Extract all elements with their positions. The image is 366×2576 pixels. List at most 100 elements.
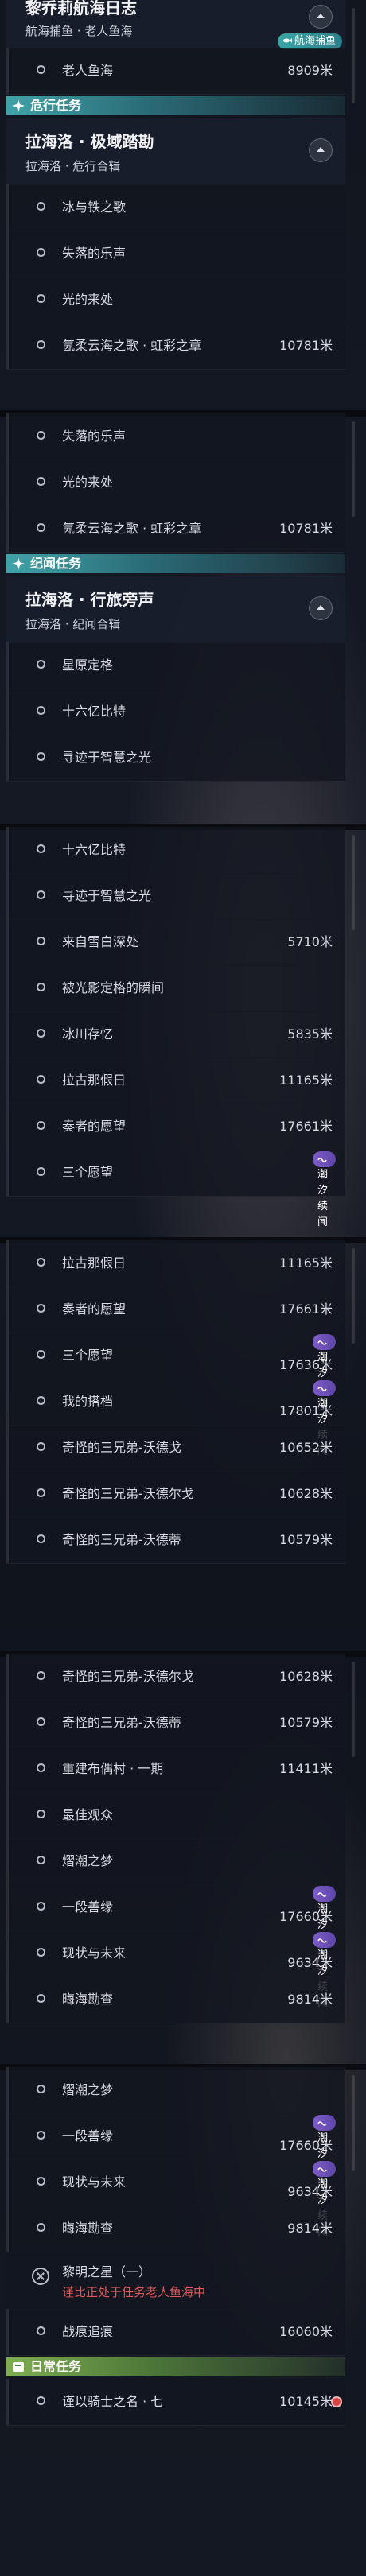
quest-name: 我的搭档 — [62, 1394, 114, 1409]
quest-row[interactable]: 冰川存忆 5835米 — [6, 1011, 345, 1058]
quest-row[interactable]: 奇怪的三兄弟-沃德戈 10652米 — [6, 1425, 345, 1472]
quest-row[interactable]: 奏者的愿望 17661米 — [6, 1286, 345, 1333]
quest-distance: 10781米 — [279, 521, 333, 536]
quest-row[interactable]: 奇怪的三兄弟-沃德蒂 10579米 — [6, 1517, 345, 1564]
quest-status-circle-icon — [37, 1442, 45, 1451]
quest-row[interactable]: 一段善缘17660米潮汐续闻 — [6, 2113, 345, 2192]
group-subtitle: 拉海洛 · 纪闻合辑 — [25, 617, 121, 631]
quest-status-circle-icon — [37, 248, 45, 257]
quest-distance: 11165米 — [279, 1255, 333, 1271]
quest-name: 拉古那假日 — [62, 1073, 127, 1088]
scrollbar[interactable] — [352, 2075, 355, 2171]
quest-row[interactable]: 现状与未来9634米潮汐续闻 — [6, 1930, 345, 2009]
quest-distance: 10579米 — [279, 1715, 333, 1730]
row-accent-bar — [6, 323, 9, 369]
quest-row[interactable]: 被光影定格的瞬间 — [6, 965, 345, 1012]
row-accent-bar — [6, 1057, 9, 1104]
section-label: 日常任务 — [30, 2359, 82, 2374]
quest-name: 氤柔云海之歌 · 虹彩之章 — [62, 521, 202, 536]
quest-row[interactable]: 拉古那假日 11165米 — [6, 1057, 345, 1104]
quest-status-circle-icon — [37, 937, 45, 945]
quest-panel: 失落的乐声 光的来处 氤柔云海之歌 · 虹彩之章 10781米 纪闻任务 拉海洛 · 行旅… — [6, 413, 345, 827]
quest-row[interactable]: 光的来处 — [6, 460, 345, 506]
quest-row[interactable]: 拉古那假日 11165米 — [6, 1240, 345, 1287]
quest-row[interactable]: 奏者的愿望 17661米 — [6, 1104, 345, 1150]
quest-group-header[interactable]: 拉海洛 · 行旅旁声拉海洛 · 纪闻合辑 — [6, 576, 345, 643]
tide-story-badge: 潮汐续闻 — [313, 1380, 336, 1457]
row-accent-bar — [6, 460, 9, 506]
quest-row[interactable]: 晦海勘查 9814米 — [6, 1977, 345, 2023]
wave-icon — [317, 1892, 327, 1897]
quest-row[interactable]: 氤柔云海之歌 · 虹彩之章 10781米 — [6, 323, 345, 370]
section-header: 日常任务 — [6, 2357, 345, 2376]
quest-row[interactable]: 奇怪的三兄弟-沃德蒂 10579米 — [6, 1700, 345, 1747]
quest-status-circle-icon — [37, 890, 45, 899]
quest-row[interactable]: 三个愿望 潮汐续闻 — [6, 1150, 345, 1228]
quest-name: 奇怪的三兄弟-沃德尔戈 — [62, 1669, 194, 1684]
collapse-chevron-icon[interactable] — [309, 596, 333, 620]
quest-name: 奏者的愿望 — [62, 1302, 127, 1317]
scrollbar[interactable] — [352, 421, 355, 517]
row-accent-bar — [6, 1838, 9, 1884]
locked-x-icon — [32, 2268, 49, 2285]
locked-quest-row[interactable]: 黎明之星（一） 谨比正处于任务老人鱼海中 — [6, 2252, 345, 2310]
row-accent-bar — [6, 1471, 9, 1517]
quest-status-circle-icon — [37, 2177, 45, 2186]
quest-row[interactable]: 氤柔云海之歌 · 虹彩之章 10781米 — [6, 506, 345, 553]
quest-row[interactable]: 谨以骑士之名 · 七 10145米 — [6, 2379, 345, 2426]
quest-row[interactable]: 战痕追痕 16060米 — [6, 2309, 345, 2356]
row-accent-bar — [6, 2379, 9, 2425]
quest-row[interactable]: 奇怪的三兄弟-沃德尔戈 10628米 — [6, 1471, 345, 1518]
scrollbar[interactable] — [352, 8, 355, 103]
quest-row[interactable]: 星原定格 — [6, 642, 345, 689]
quest-row[interactable]: 来自雪白深处 5710米 — [6, 919, 345, 966]
quest-row[interactable]: 奇怪的三兄弟-沃德尔戈 10628米 — [6, 1654, 345, 1701]
row-accent-bar — [6, 231, 9, 277]
quest-row[interactable]: 熠潮之梦 — [6, 1838, 345, 1885]
quest-name: 三个愿望 — [62, 1165, 114, 1180]
section-label: 危行任务 — [30, 98, 82, 113]
quest-status-circle-icon — [37, 2131, 45, 2140]
row-accent-bar — [6, 2067, 9, 2113]
quest-status-circle-icon — [37, 1396, 45, 1405]
quest-panel: 熠潮之梦一段善缘17660米潮汐续闻现状与未来9634米潮汐续闻晦海勘查 9814… — [6, 2067, 345, 2481]
scrollbar[interactable] — [352, 1248, 355, 1344]
quest-row[interactable]: 晦海勘查 9814米 — [6, 2206, 345, 2252]
quest-group-header[interactable]: 拉海洛 · 极域踏勘 拉海洛 · 危行合辑 — [6, 118, 345, 185]
quest-distance: 8909米 — [287, 63, 333, 78]
scrollbar[interactable] — [352, 835, 355, 930]
quest-row[interactable]: 十六亿比特 — [6, 827, 345, 874]
quest-row[interactable]: 我的搭档17801米潮汐续闻 — [6, 1379, 345, 1457]
collapse-chevron-icon[interactable] — [309, 5, 333, 29]
quest-row[interactable]: 一段善缘17660米潮汐续闻 — [6, 1884, 345, 1963]
quest-row[interactable]: 老人鱼海 8909米 — [6, 48, 345, 95]
collapse-chevron-icon[interactable] — [309, 138, 333, 162]
group-title: 拉海洛 · 行旅旁声 — [25, 590, 154, 609]
quest-name: 来自雪白深处 — [62, 934, 139, 949]
quest-row[interactable]: 现状与未来9634米潮汐续闻 — [6, 2159, 345, 2238]
row-accent-bar — [6, 2309, 9, 2355]
wave-icon — [317, 1387, 327, 1391]
quest-distance: 11165米 — [279, 1073, 333, 1088]
quest-group-header[interactable]: 黎乔莉航海日志 航海捕鱼 · 老人鱼海 航海捕鱼 — [6, 0, 345, 49]
quest-row[interactable]: 三个愿望17636米潮汐续闻 — [6, 1333, 345, 1411]
quest-row[interactable]: 重建布偶村 · 一期 11411米 — [6, 1746, 345, 1793]
quest-row[interactable]: 光的来处 — [6, 277, 345, 324]
quest-status-circle-icon — [37, 2223, 45, 2232]
tracking-pin-icon[interactable] — [331, 2396, 342, 2407]
wave-icon — [317, 1938, 327, 1943]
quest-row[interactable]: 十六亿比特 — [6, 689, 345, 735]
quest-status-circle-icon — [37, 2396, 45, 2405]
quest-row[interactable]: 最佳观众 — [6, 1792, 345, 1839]
quest-row[interactable]: 失落的乐声 — [6, 231, 345, 277]
quest-row[interactable]: 熠潮之梦 — [6, 2067, 345, 2114]
badge-label: 潮汐续闻 — [317, 1169, 329, 1228]
quest-row[interactable]: 寻迹于智慧之光 — [6, 873, 345, 920]
quest-row[interactable]: 失落的乐声 — [6, 413, 345, 460]
quest-row[interactable]: 冰与铁之歌 — [6, 184, 345, 231]
quest-name: 冰川存忆 — [62, 1026, 114, 1042]
row-accent-bar — [6, 277, 9, 323]
row-accent-bar — [6, 919, 9, 965]
quest-row[interactable]: 寻迹于智慧之光 — [6, 735, 345, 782]
scrollbar[interactable] — [352, 1662, 355, 1757]
